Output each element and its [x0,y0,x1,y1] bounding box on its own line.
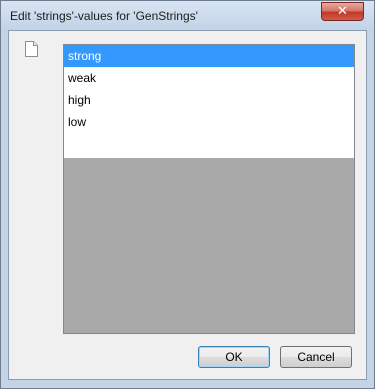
list-item-high[interactable]: high [64,89,354,111]
close-icon: ✕ [337,4,348,19]
document-icon [25,41,38,57]
dialog-client-area: strong weak high low OK Cancel [8,30,367,380]
list-item-weak[interactable]: weak [64,67,354,89]
dialog-window: Edit 'strings'-values for 'GenStrings' ✕… [0,0,375,389]
cancel-button[interactable]: Cancel [280,346,352,368]
ok-button[interactable]: OK [198,346,270,368]
list-items-area: strong weak high low [64,45,354,158]
list-item-low[interactable]: low [64,111,354,133]
values-listbox[interactable]: strong weak high low [63,44,355,334]
title-bar[interactable]: Edit 'strings'-values for 'GenStrings' ✕ [1,1,374,31]
window-title: Edit 'strings'-values for 'GenStrings' [10,9,198,23]
list-item-strong[interactable]: strong [64,45,354,67]
close-button[interactable]: ✕ [321,2,364,21]
